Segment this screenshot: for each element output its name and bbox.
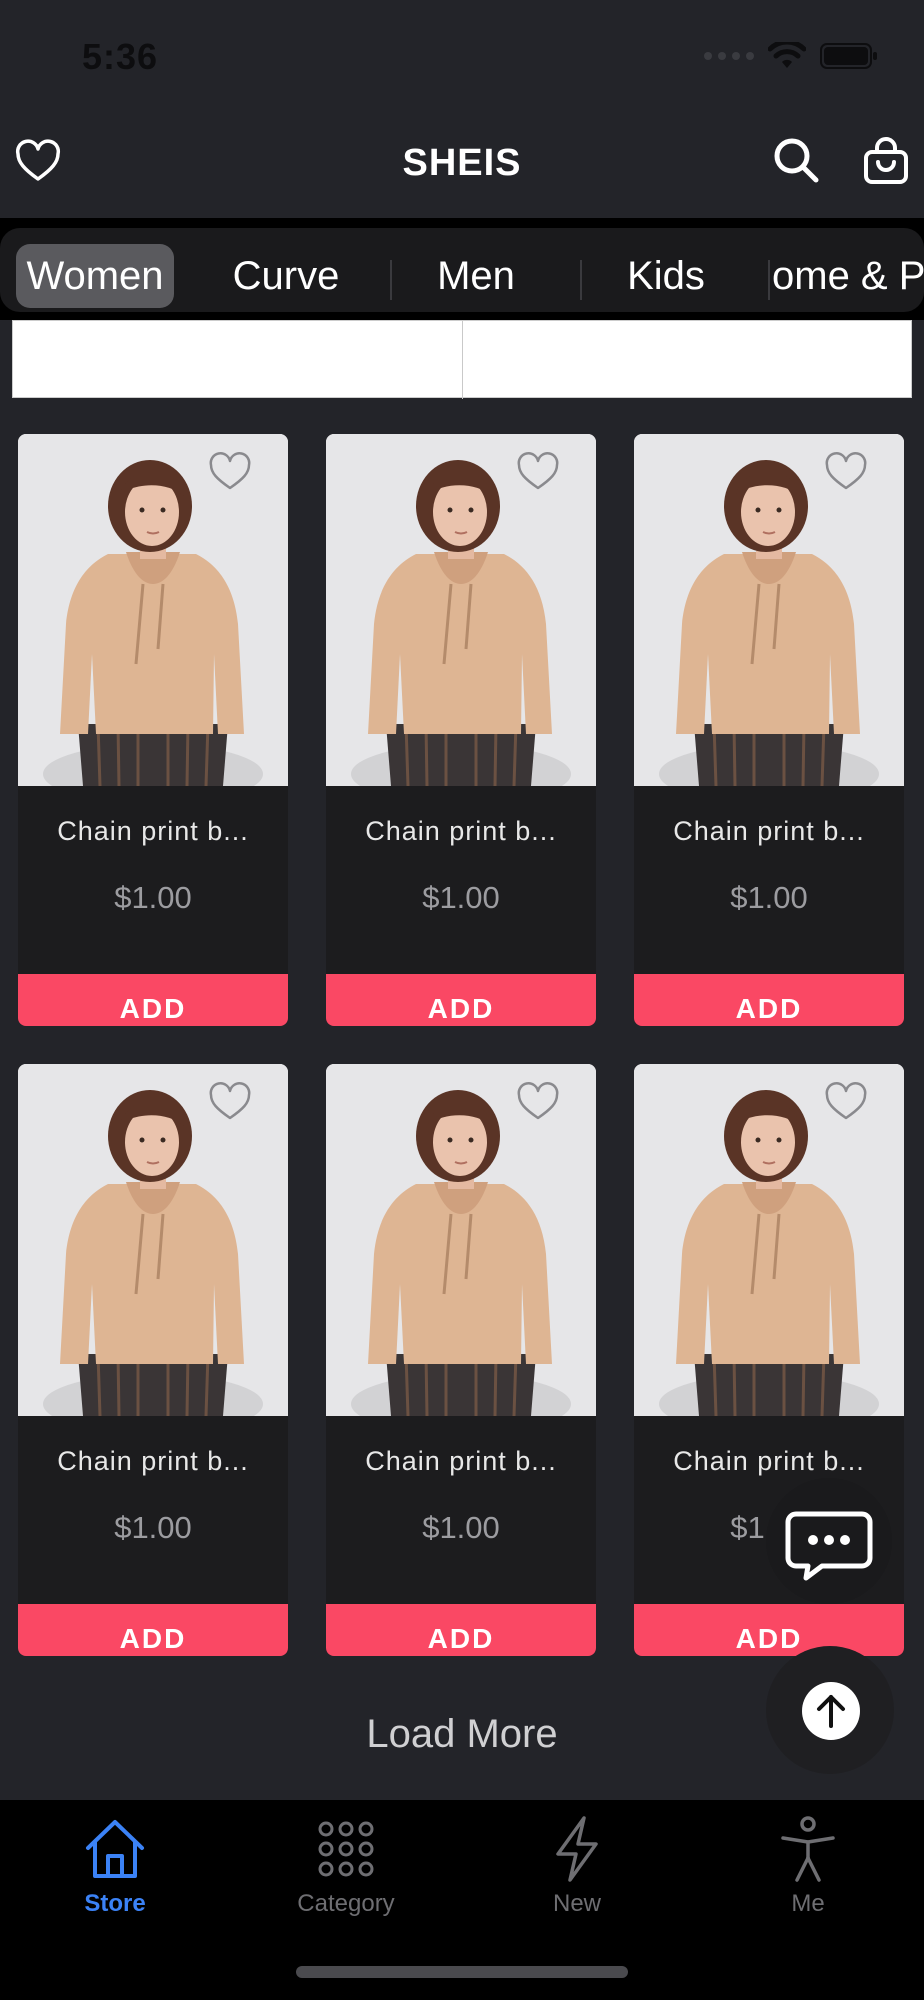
favorite-heart-icon[interactable] xyxy=(516,452,560,492)
nav-category[interactable]: Category xyxy=(246,1814,446,1924)
add-to-cart-button[interactable]: ADD xyxy=(634,1604,904,1656)
category-tabs: Women Curve Men Kids ome & Po xyxy=(0,218,924,320)
product-image[interactable] xyxy=(634,434,904,786)
tab-home[interactable]: ome & Po xyxy=(772,244,924,308)
product-price: $1.00 xyxy=(114,880,192,915)
chat-bubble-icon xyxy=(785,1511,873,1581)
home-indicator xyxy=(296,1966,628,1978)
wifi-icon xyxy=(768,42,806,68)
favorite-heart-icon[interactable] xyxy=(208,1082,252,1122)
product-price: $1.00 xyxy=(422,1510,500,1545)
nav-new[interactable]: New xyxy=(477,1814,677,1924)
shopping-bag-icon[interactable] xyxy=(860,134,912,186)
product-image[interactable] xyxy=(326,1064,596,1416)
nav-label: Me xyxy=(791,1890,825,1917)
product-price: $1.00 xyxy=(422,880,500,915)
tab-separator xyxy=(580,260,582,300)
product-price: $1.00 xyxy=(114,1510,192,1545)
lightning-icon xyxy=(556,1816,598,1882)
nav-me[interactable]: Me xyxy=(708,1814,908,1924)
banner[interactable] xyxy=(12,320,912,399)
favorite-heart-icon[interactable] xyxy=(208,452,252,492)
product-image[interactable] xyxy=(634,1064,904,1416)
add-to-cart-button[interactable]: ADD xyxy=(18,1604,288,1656)
battery-icon xyxy=(820,43,877,69)
status-bar: 5:36 xyxy=(0,0,924,120)
product-image[interactable] xyxy=(326,434,596,786)
favorite-heart-icon[interactable] xyxy=(516,1082,560,1122)
load-more-button[interactable]: Load More xyxy=(0,1712,924,1757)
signal-icon xyxy=(704,52,754,60)
favorite-heart-icon[interactable] xyxy=(824,1082,868,1122)
product-name: Chain print b... xyxy=(673,816,865,846)
tab-separator xyxy=(768,260,770,300)
product-image[interactable] xyxy=(18,1064,288,1416)
nav-label: Store xyxy=(84,1890,146,1917)
tab-kids[interactable]: Kids xyxy=(590,244,742,308)
add-to-cart-button[interactable]: ADD xyxy=(18,974,288,1026)
product-image[interactable] xyxy=(18,434,288,786)
product-name: Chain print b... xyxy=(365,1446,557,1476)
tab-separator xyxy=(390,260,392,300)
product-name: Chain print b... xyxy=(673,1446,865,1476)
app-header: SHEIS xyxy=(0,120,924,216)
add-to-cart-button[interactable]: ADD xyxy=(634,974,904,1026)
favorite-heart-icon[interactable] xyxy=(824,452,868,492)
status-time: 5:36 xyxy=(82,36,159,77)
add-to-cart-button[interactable]: ADD xyxy=(326,1604,596,1656)
product-name: Chain print b... xyxy=(365,816,557,846)
home-icon xyxy=(86,1820,144,1878)
status-indicators xyxy=(704,42,878,70)
nav-label: Category xyxy=(297,1890,395,1917)
chat-button[interactable] xyxy=(766,1478,892,1604)
product-card[interactable]: Chain print b... $1.00 ADD xyxy=(634,434,904,1026)
product-card[interactable]: Chain print b... $1.00 ADD xyxy=(18,434,288,1026)
product-card[interactable]: Chain print b... $1.00 ADD xyxy=(326,434,596,1026)
product-name: Chain print b... xyxy=(57,816,249,846)
tab-women[interactable]: Women xyxy=(16,244,174,308)
product-name: Chain print b... xyxy=(57,1446,249,1476)
accessibility-person-icon xyxy=(781,1816,835,1882)
product-card[interactable]: Chain print b... $1.00 ADD xyxy=(326,1064,596,1656)
nav-label: New xyxy=(552,1890,601,1917)
search-icon[interactable] xyxy=(770,134,822,186)
grid-dots-icon xyxy=(318,1821,374,1877)
product-card[interactable]: Chain print b... $1.00 ADD xyxy=(18,1064,288,1656)
nav-store[interactable]: Store xyxy=(15,1814,215,1924)
add-to-cart-button[interactable]: ADD xyxy=(326,974,596,1026)
product-price: $1.00 xyxy=(730,880,808,915)
tab-men[interactable]: Men xyxy=(400,244,552,308)
tab-curve[interactable]: Curve xyxy=(196,244,376,308)
banner-divider xyxy=(462,321,463,399)
banner-area xyxy=(0,320,924,410)
